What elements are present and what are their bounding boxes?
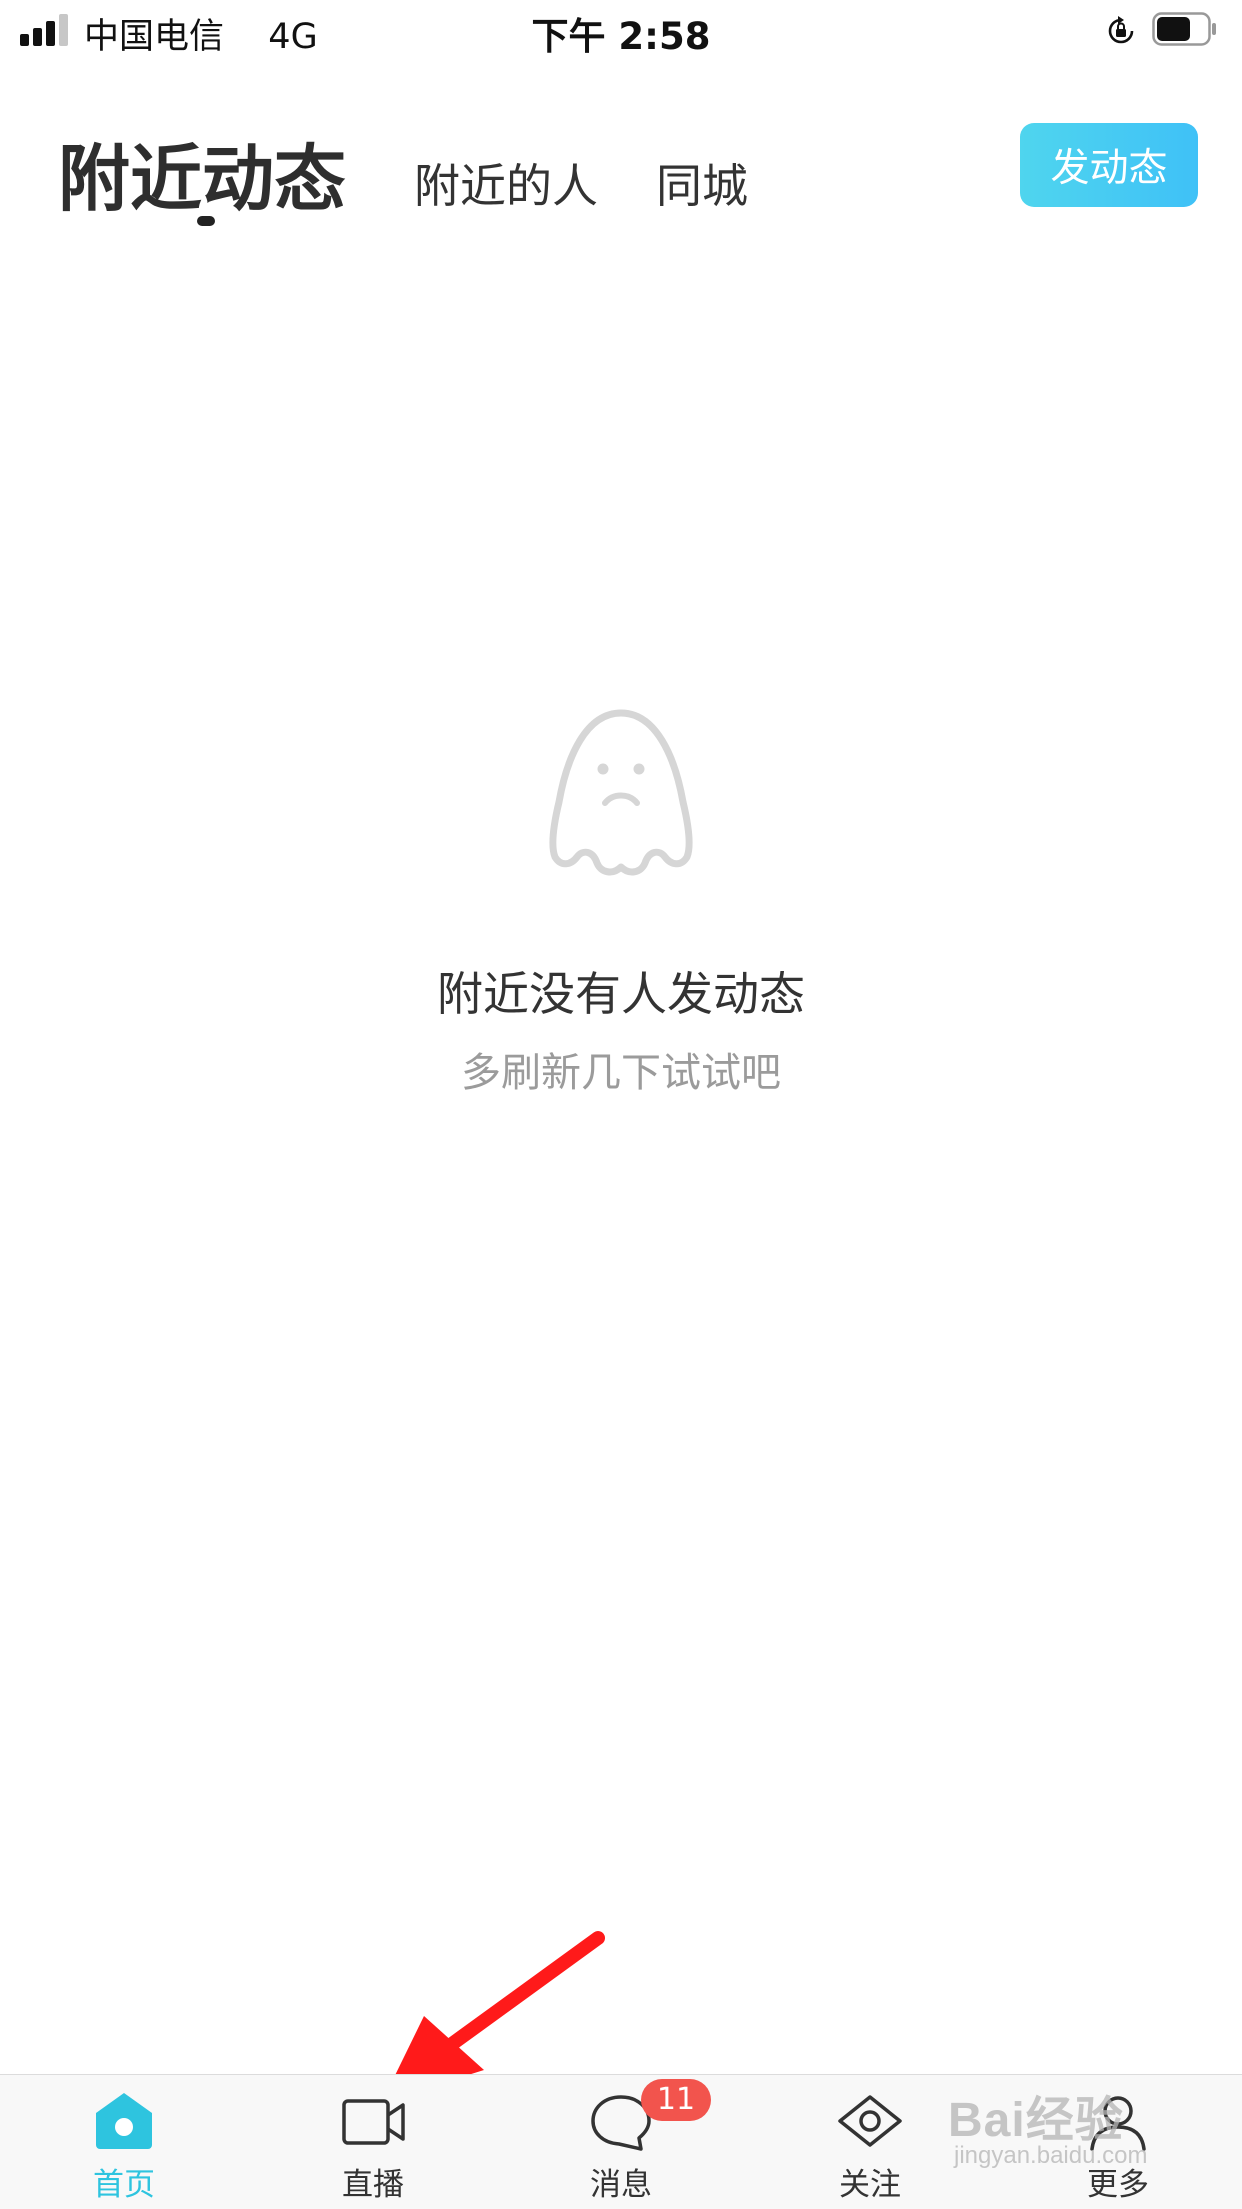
orientation-lock-icon <box>1108 16 1134 44</box>
video-camera-icon <box>342 2099 405 2145</box>
tabbar-item-live[interactable]: 直播 <box>293 2075 453 2209</box>
person-icon <box>1090 2096 1146 2151</box>
tabbar-item-messages[interactable]: 11 消息 <box>541 2075 711 2209</box>
empty-state-title: 附近没有人发动态 <box>437 967 805 1021</box>
tabbar-item-home[interactable]: 首页 <box>44 2075 204 2209</box>
top-tab-header: 附近动态 附近的人 同城 发动态 <box>0 100 1242 250</box>
tab-nearby-feed[interactable]: 附近动态 <box>58 120 346 225</box>
tab-nearby-people-label: 附近的人 <box>414 159 598 213</box>
tabbar-label-more: 更多 <box>1087 2167 1149 2203</box>
empty-state-subtitle: 多刷新几下试试吧 <box>461 1050 781 1096</box>
post-status-button[interactable]: 发动态 <box>1020 123 1198 207</box>
tabbar-label-follow: 关注 <box>839 2167 901 2203</box>
status-bar: 中国电信 4G 下午 2:58 <box>0 0 1242 62</box>
unread-message-badge: 11 <box>641 2079 711 2121</box>
tab-same-city-label: 同城 <box>656 159 748 213</box>
tabbar-label-messages: 消息 <box>590 2167 652 2203</box>
tabbar-item-follow[interactable]: 关注 <box>790 2075 950 2209</box>
home-icon <box>96 2093 152 2149</box>
battery-icon <box>1152 12 1216 46</box>
status-time: 下午 2:58 <box>531 15 711 58</box>
tab-nearby-people[interactable]: 附近的人 <box>414 150 598 216</box>
sad-ghost-icon <box>549 709 693 876</box>
tabbar-label-home: 首页 <box>93 2167 155 2203</box>
tab-nearby-feed-label: 附近动态 <box>58 137 347 221</box>
eye-icon <box>838 2095 902 2147</box>
tabbar-item-more[interactable]: 更多 <box>1038 2075 1198 2209</box>
tabbar-label-live: 直播 <box>342 2167 404 2203</box>
bottom-tab-bar: 首页 直播 11 消息 关注 更多 <box>0 2074 1242 2209</box>
tab-same-city[interactable]: 同城 <box>656 150 748 216</box>
active-tab-indicator <box>197 216 215 226</box>
